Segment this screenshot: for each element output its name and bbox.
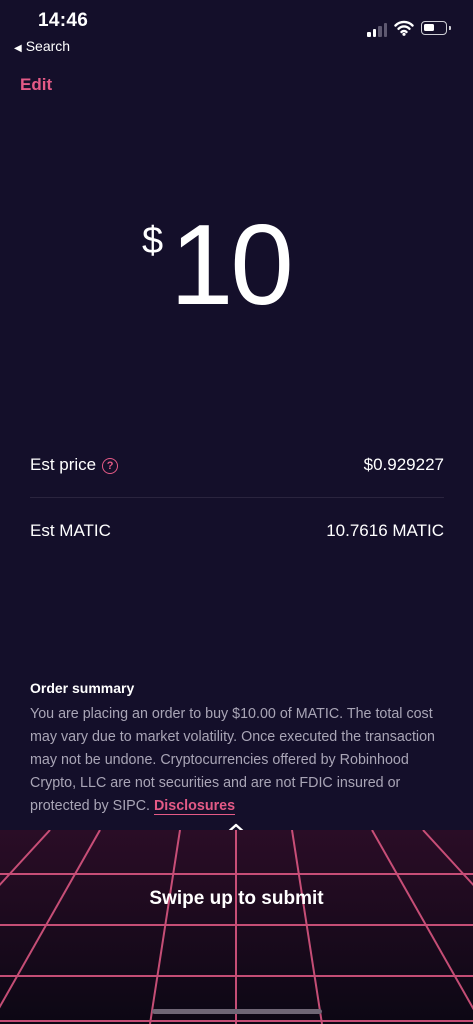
est-matic-value: 10.7616 MATIC xyxy=(326,521,444,540)
est-price-value: $0.929227 xyxy=(363,455,444,474)
est-price-row: Est price? $0.929227 xyxy=(30,455,444,475)
back-triangle-icon: ◀ xyxy=(14,43,22,54)
battery-icon xyxy=(421,21,451,35)
help-icon[interactable]: ? xyxy=(102,458,119,474)
cellular-signal-icon xyxy=(367,23,389,37)
est-matic-row: Est MATIC 10.7616 MATIC xyxy=(30,521,444,541)
back-to-search-link[interactable]: ◀ Search xyxy=(14,38,70,54)
order-amount[interactable]: $ 10 xyxy=(0,202,473,338)
status-bar: 14:46 ◀ Search xyxy=(0,0,473,62)
currency-symbol: $ xyxy=(142,220,164,262)
order-summary: Order summary You are placing an order t… xyxy=(30,680,450,818)
amount-value: 10 xyxy=(170,202,294,329)
order-summary-title: Order summary xyxy=(30,680,135,696)
disclosures-link[interactable]: Disclosures xyxy=(153,798,236,815)
swipe-up-to-submit[interactable]: Swipe up to submit xyxy=(0,888,473,910)
divider xyxy=(30,497,444,498)
order-summary-body: You are placing an order to buy $10.00 o… xyxy=(30,703,450,818)
est-matic-label: Est MATIC xyxy=(30,521,111,540)
status-time: 14:46 xyxy=(38,10,89,31)
est-price-label: Est price xyxy=(30,455,97,474)
edit-button[interactable]: Edit xyxy=(20,75,52,95)
order-card: 14:46 ◀ Search Edit $ 10 Est price? $0.92… xyxy=(0,0,473,857)
back-label: Search xyxy=(25,38,71,54)
home-indicator[interactable] xyxy=(152,1009,322,1014)
wifi-icon xyxy=(394,20,414,36)
neon-grid-background xyxy=(0,830,473,1024)
